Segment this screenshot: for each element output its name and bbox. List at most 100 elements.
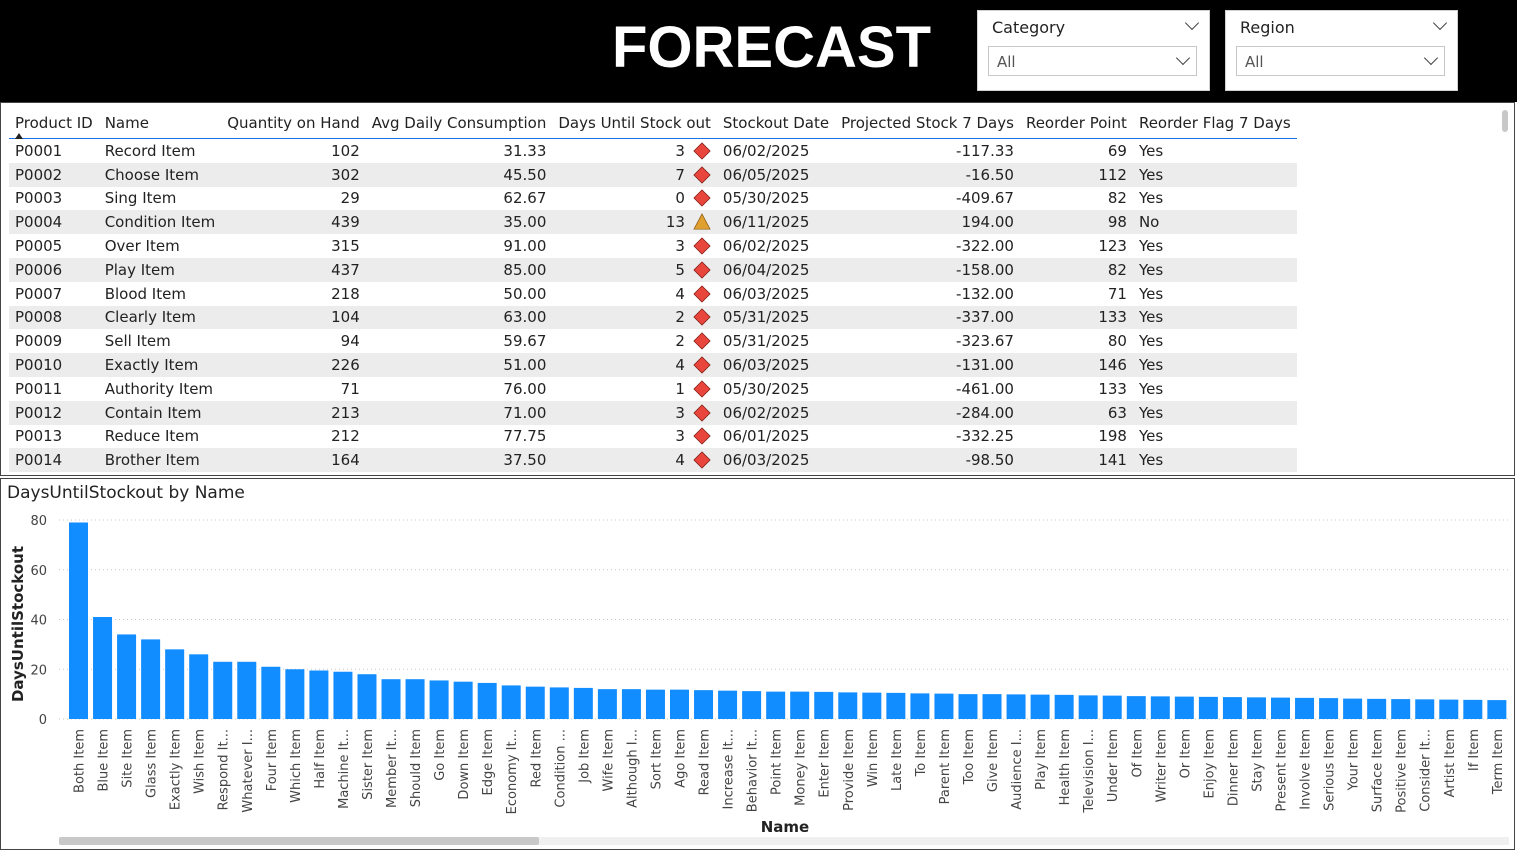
table-cell: 85.00 <box>365 257 553 282</box>
bar[interactable] <box>838 692 858 719</box>
bar[interactable] <box>165 649 185 719</box>
bar[interactable] <box>862 692 882 719</box>
column-header[interactable]: Quantity on Hand <box>221 108 366 139</box>
bar[interactable] <box>573 687 593 719</box>
region-slicer[interactable]: Region All <box>1225 10 1458 91</box>
bar[interactable] <box>718 690 738 719</box>
bar[interactable] <box>1246 697 1266 719</box>
bar[interactable] <box>958 694 978 719</box>
bar[interactable] <box>333 671 353 719</box>
table-row[interactable]: P0002 Choose Item 302 45.50 7 06/05/2025 -16.5… <box>9 162 1297 187</box>
bar[interactable] <box>1126 696 1146 719</box>
bar[interactable] <box>1078 695 1098 719</box>
bar[interactable] <box>1391 699 1411 719</box>
bar[interactable] <box>1367 698 1387 719</box>
x-tick-label: Glass Item <box>145 729 160 798</box>
table-row[interactable]: P0011 Authority Item 71 76.00 1 05/30/2025 -46… <box>9 377 1297 401</box>
table-row[interactable]: P0007 Blood Item 218 50.00 4 06/03/2025 -132.0… <box>9 282 1297 306</box>
table-row[interactable]: P0009 Sell Item 94 59.67 2 05/31/2025 -323.67 8… <box>9 329 1297 353</box>
bar[interactable] <box>1487 700 1507 719</box>
bar[interactable] <box>405 679 425 719</box>
table-row[interactable]: P0012 Contain Item 213 71.00 3 06/02/2025 -284… <box>9 400 1297 425</box>
bar[interactable] <box>429 680 449 719</box>
bar[interactable] <box>814 691 834 719</box>
bar[interactable] <box>694 690 714 719</box>
bar[interactable] <box>621 689 641 719</box>
bar[interactable] <box>69 522 88 719</box>
bar[interactable] <box>1319 698 1339 719</box>
bar[interactable] <box>1415 699 1435 719</box>
column-header[interactable]: Days Until Stock out <box>552 108 717 139</box>
chevron-down-icon[interactable] <box>1175 50 1191 67</box>
bar[interactable] <box>309 670 329 719</box>
bar[interactable] <box>1150 696 1170 719</box>
bar[interactable] <box>790 691 810 719</box>
bar[interactable] <box>1030 694 1050 719</box>
bar[interactable] <box>117 634 137 719</box>
chevron-down-icon[interactable] <box>1432 15 1448 32</box>
horizontal-scrollbar[interactable] <box>59 837 539 845</box>
column-header[interactable]: Reorder Point <box>1019 108 1133 139</box>
bar[interactable] <box>261 666 281 719</box>
bar[interactable] <box>670 689 689 719</box>
bar[interactable] <box>1343 698 1363 719</box>
bar[interactable] <box>141 639 161 719</box>
bar[interactable] <box>501 685 521 719</box>
column-header[interactable]: Reorder Flag 7 Days <box>1132 108 1297 139</box>
column-header[interactable]: Avg Daily Consumption <box>365 108 553 139</box>
chevron-down-icon[interactable] <box>1423 50 1439 67</box>
bar[interactable] <box>477 682 497 719</box>
table-row[interactable]: P0003 Sing Item 29 62.67 0 05/30/2025 -409.67 8… <box>9 187 1297 211</box>
x-tick-label: Surface Item <box>1371 729 1386 812</box>
y-tick-label: 40 <box>30 614 47 629</box>
bar[interactable] <box>381 679 401 719</box>
table-row[interactable]: P0013 Reduce Item 212 77.75 3 06/01/2025 -332.… <box>9 425 1297 449</box>
alert-diamond-icon <box>693 189 711 208</box>
column-header[interactable]: Name <box>98 108 222 139</box>
bar[interactable] <box>1198 696 1218 719</box>
category-slicer[interactable]: Category All <box>977 10 1210 91</box>
bar[interactable] <box>910 693 930 719</box>
table-row[interactable]: P0008 Clearly Item 104 63.00 2 05/31/2025 -337… <box>9 305 1297 330</box>
bar[interactable] <box>1463 699 1483 719</box>
bar[interactable] <box>93 617 113 719</box>
bar[interactable] <box>982 694 1002 719</box>
bar[interactable] <box>886 692 906 719</box>
bar[interactable] <box>766 691 786 719</box>
category-dropdown[interactable]: All <box>988 46 1197 76</box>
bar[interactable] <box>285 669 305 719</box>
bar[interactable] <box>525 686 545 719</box>
bar[interactable] <box>1174 696 1194 719</box>
table-row[interactable]: P0010 Exactly Item 226 51.00 4 06/03/2025 -131… <box>9 353 1297 377</box>
bar[interactable] <box>213 661 233 719</box>
table-cell: Yes <box>1132 400 1297 425</box>
column-header[interactable]: Stockout Date <box>716 108 836 139</box>
bar[interactable] <box>189 654 209 719</box>
bar[interactable] <box>645 689 665 719</box>
bar[interactable] <box>1102 695 1122 719</box>
vertical-scrollbar[interactable] <box>1502 110 1508 132</box>
bar[interactable] <box>1222 697 1242 719</box>
bar[interactable] <box>453 681 473 719</box>
table-row[interactable]: P0004 Condition Item 439 35.00 13 06/11/2025 1… <box>9 210 1297 235</box>
table-cell-value: 5 <box>675 260 685 279</box>
bar[interactable] <box>597 689 617 719</box>
table-row[interactable]: P0014 Brother Item 164 37.50 4 06/03/2025 -98.… <box>9 448 1297 473</box>
bar[interactable] <box>1439 699 1459 719</box>
bar[interactable] <box>549 687 569 719</box>
table-row[interactable]: P0001 Record Item 102 31.33 3 06/02/2025 -117.… <box>9 139 1297 163</box>
chevron-down-icon[interactable] <box>1184 15 1200 32</box>
table-row[interactable]: P0005 Over Item 315 91.00 3 06/02/2025 -322.00… <box>9 234 1297 258</box>
bar[interactable] <box>1271 697 1290 719</box>
column-header[interactable]: Projected Stock 7 Days <box>835 108 1020 139</box>
bar[interactable] <box>1006 694 1026 719</box>
table-row[interactable]: P0006 Play Item 437 85.00 5 06/04/2025 -158.00… <box>9 257 1297 282</box>
bar[interactable] <box>357 674 377 719</box>
bar[interactable] <box>237 661 257 719</box>
bar[interactable] <box>1054 694 1074 719</box>
region-dropdown[interactable]: All <box>1236 46 1445 76</box>
table-cell: 218 <box>331 284 360 303</box>
bar[interactable] <box>1295 697 1315 719</box>
bar[interactable] <box>742 691 762 719</box>
bar[interactable] <box>934 693 954 719</box>
